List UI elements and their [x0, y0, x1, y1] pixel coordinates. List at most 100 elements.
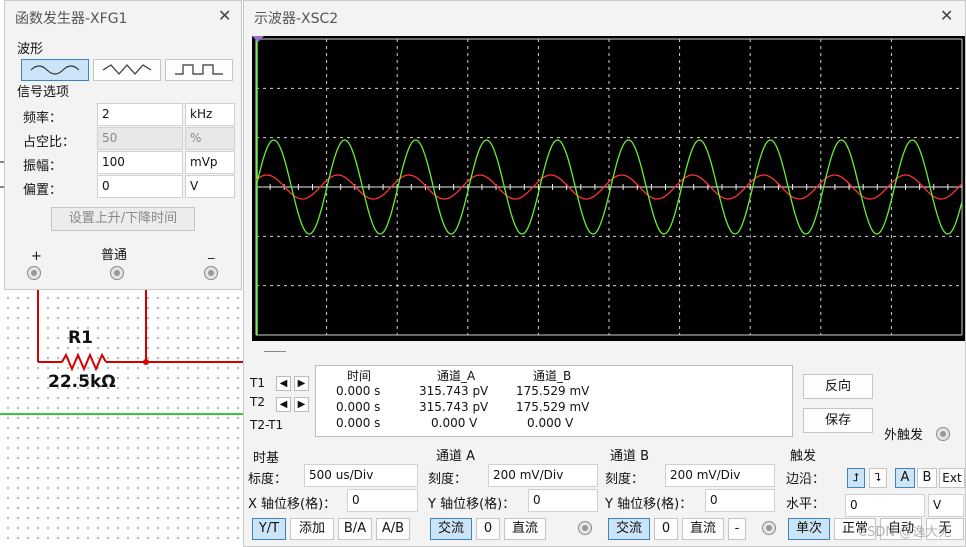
channel-b-y-position-label: Y 轴位移(格)：: [605, 497, 693, 512]
col-channel-b: 通道_B: [533, 369, 572, 383]
reverse-button[interactable]: 反向: [803, 374, 873, 399]
t2-right-arrow-icon[interactable]: ▶: [294, 397, 309, 412]
terminal-minus-label: _: [208, 245, 215, 260]
channel-b-invert-button[interactable]: -: [728, 518, 746, 540]
col-time: 时间: [347, 369, 372, 383]
scope-screen[interactable]: [252, 36, 965, 341]
t2-label: T2: [250, 395, 265, 409]
channel-b-terminal[interactable]: [762, 521, 776, 535]
duty-label: 占空比：: [23, 135, 76, 150]
offset-label: 偏置：: [23, 183, 63, 198]
col-channel-a: 通道_A: [437, 369, 476, 383]
square-wave-button[interactable]: [165, 59, 233, 81]
terminal-minus[interactable]: [204, 266, 218, 280]
trigger-level-unit[interactable]: V: [928, 494, 964, 517]
channel-a-dc-button[interactable]: 直流: [504, 518, 546, 540]
trigger-title: 触发: [790, 449, 817, 464]
trigger-edge-label: 边沿：: [786, 472, 826, 487]
channel-a-y-position-input[interactable]: 0: [528, 489, 598, 512]
channel-b-y-position-input[interactable]: 0: [705, 489, 775, 512]
t1-channel-a: 315.743 pV: [419, 384, 489, 398]
signal-options-label: 信号选项: [17, 85, 70, 100]
channel-b-zero-button[interactable]: 0: [654, 518, 678, 540]
close-icon[interactable]: ✕: [940, 6, 953, 25]
t2t1-channel-a: 0.000 V: [431, 416, 478, 430]
t2-left-arrow-icon[interactable]: ◀: [276, 397, 291, 412]
timebase-title: 时基: [253, 451, 280, 466]
terminal-common[interactable]: [110, 266, 124, 280]
terminal-plus[interactable]: [27, 266, 41, 280]
ba-button[interactable]: B/A: [338, 518, 372, 540]
triangle-wave-icon: [102, 64, 152, 75]
t1-time: 0.000 s: [336, 384, 381, 398]
t1-right-arrow-icon[interactable]: ▶: [294, 376, 309, 391]
freq-unit[interactable]: kHz: [185, 103, 235, 126]
triangle-wave-button[interactable]: [93, 59, 161, 81]
trigger-source-b-button[interactable]: B: [917, 468, 937, 488]
t2-time: 0.000 s: [336, 400, 381, 414]
channel-b-ac-button[interactable]: 交流: [608, 518, 650, 540]
channel-b-dc-button[interactable]: 直流: [682, 518, 724, 540]
external-trigger-label: 外触发: [884, 428, 924, 443]
x-position-label: X 轴位移(格)：: [248, 497, 337, 512]
sine-wave-button[interactable]: [21, 59, 89, 81]
t2t1-channel-b: 0.000 V: [527, 416, 574, 430]
t1-channel-b: 175.529 mV: [516, 384, 590, 398]
channel-a-y-position-label: Y 轴位移(格)：: [428, 497, 516, 512]
channel-b-scale-input[interactable]: 200 mV/Div: [665, 464, 775, 487]
yt-button[interactable]: Y/T: [252, 518, 286, 540]
external-trigger-terminal[interactable]: [936, 427, 950, 441]
freq-label: 频率：: [23, 111, 63, 126]
channel-a-scale-input[interactable]: 200 mV/Div: [488, 464, 598, 487]
channel-a-zero-button[interactable]: 0: [476, 518, 500, 540]
timebase-scale-label: 标度：: [248, 472, 288, 487]
save-button[interactable]: 保存: [803, 408, 873, 433]
resistor-value: 22.5kΩ: [48, 372, 116, 392]
t2t1-label: T2-T1: [250, 418, 284, 432]
fg-titlebar: 函数发生器-XFG1 ✕: [5, 1, 241, 31]
add-button[interactable]: 添加: [290, 518, 334, 540]
offset-input[interactable]: 0: [97, 175, 183, 198]
trigger-source-a-button[interactable]: A: [895, 468, 915, 488]
t1-left-arrow-icon[interactable]: ◀: [276, 376, 291, 391]
t2-channel-b: 175.529 mV: [516, 400, 590, 414]
rise-fall-time-button: 设置上升/下降时间: [51, 207, 195, 231]
osc-titlebar: 示波器-XSC2 ✕: [244, 1, 965, 31]
channel-a-title: 通道 A: [436, 449, 476, 464]
close-icon[interactable]: ✕: [218, 6, 231, 25]
trigger-level-label: 水平：: [786, 497, 826, 512]
amp-input[interactable]: 100: [97, 151, 183, 174]
rising-edge-icon[interactable]: ⮥: [847, 468, 865, 488]
t2-channel-a: 315.743 pV: [419, 400, 489, 414]
amp-unit[interactable]: mVp: [185, 151, 235, 174]
ab-button[interactable]: A/B: [376, 518, 410, 540]
oscilloscope-window: 示波器-XSC2 ✕ T1 ◀ ▶ T2 ◀ ▶ T2-T1 时间 通道_A 通…: [243, 0, 966, 547]
x-position-input[interactable]: 0: [347, 489, 418, 512]
falling-edge-icon[interactable]: ⮧: [869, 468, 887, 488]
trigger-level-input[interactable]: 0: [845, 494, 925, 517]
channel-a-scale-label: 刻度：: [428, 472, 468, 487]
channel-a-terminal[interactable]: [578, 521, 592, 535]
duty-input: 50: [97, 127, 183, 150]
freq-input[interactable]: 2: [97, 103, 183, 126]
sine-wave-icon: [30, 65, 80, 75]
trigger-source-ext-button[interactable]: Ext: [939, 468, 965, 488]
duty-unit: %: [185, 127, 235, 150]
terminal-common-label: 普通: [101, 248, 128, 263]
waveform-label: 波形: [17, 42, 44, 57]
osc-title: 示波器-XSC2: [254, 11, 339, 27]
trigger-single-button[interactable]: 单次: [788, 518, 830, 540]
t1-label: T1: [250, 376, 265, 390]
channel-a-ac-button[interactable]: 交流: [430, 518, 472, 540]
offset-unit[interactable]: V: [185, 175, 235, 198]
readout-table: 时间 通道_A 通道_B 0.000 s 315.743 pV 175.529 …: [315, 365, 793, 437]
panel-divider: [264, 351, 286, 352]
resistor-symbol: [61, 352, 107, 372]
resistor-name: R1: [68, 328, 93, 348]
fg-title: 函数发生器-XFG1: [15, 11, 128, 27]
amp-label: 振幅：: [23, 159, 63, 174]
channel-b-scale-label: 刻度：: [605, 472, 645, 487]
channel-b-title: 通道 B: [610, 449, 650, 464]
function-generator-window: 函数发生器-XFG1 ✕ 波形 信号选项 频率： 2 kHz 占空比： 50 %…: [4, 0, 242, 290]
timebase-scale-input[interactable]: 500 us/Div: [304, 464, 418, 487]
